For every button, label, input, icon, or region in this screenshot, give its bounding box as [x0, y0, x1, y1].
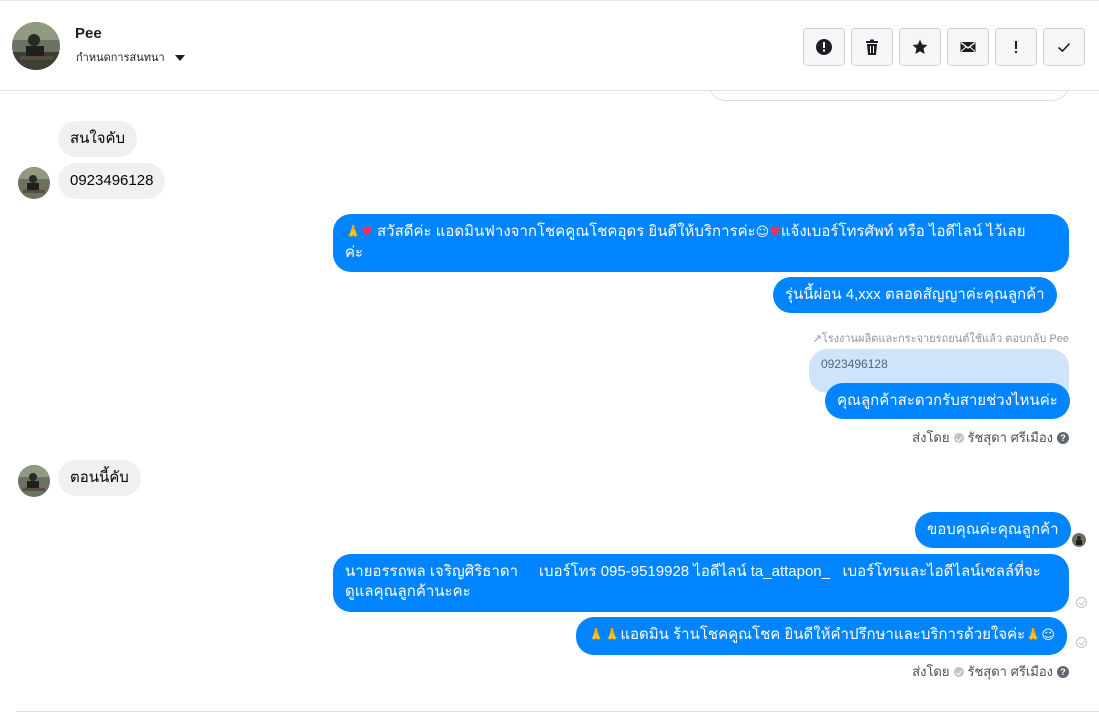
envelope-icon	[960, 41, 976, 52]
pray-hands-icon: 🙏	[1025, 628, 1042, 643]
smiling-face-icon: ☺	[755, 225, 770, 240]
sent-by-info: ส่งโดย รัชสุดา ศรีเมือง ?	[912, 427, 1069, 448]
reply-note: ↗โรงงานผลิตและกระจายรถยนต์ใช้แล้ว ตอบกลั…	[813, 329, 1069, 347]
outgoing-message[interactable]: รุ่นนี้ผ่อน 4,xxx ตลอดสัญญาค่ะคุณลูกค้า	[773, 277, 1057, 313]
check-icon	[1057, 42, 1071, 53]
outgoing-message[interactable]: ขอบคุณค่ะคุณลูกค้า	[915, 512, 1071, 548]
star-icon	[912, 39, 928, 54]
message-line: ค่ะ	[345, 244, 364, 261]
outgoing-message[interactable]: คุณลูกค้าสะดวกรับสายช่วงไหนค่ะ	[825, 383, 1070, 419]
mark-unread-button[interactable]	[947, 28, 989, 66]
sender-avatar[interactable]	[18, 465, 50, 497]
pray-hands-icon: 🙏	[588, 628, 605, 643]
incoming-message[interactable]: ตอนนี้คับ	[58, 460, 141, 496]
mark-done-button[interactable]	[1043, 28, 1085, 66]
reply-note-text: โรงงานผลิตและกระจายรถยนต์ใช้แล้ว ตอบกลับ…	[821, 333, 1069, 345]
message-text: แจ้งเบอร์โทรศัพท์ หรือ ไอดีไลน์ ไว้เลย	[780, 223, 1026, 240]
message-text: แอดมิน ร้านโชคคูณโชค ยินดีให้คำปรึกษาและ…	[620, 626, 1026, 643]
outgoing-message[interactable]: นายอรรถพล เจริญศิริธาดา เบอร์โทร 095-951…	[333, 554, 1069, 612]
sent-by-name[interactable]: รัชสุดา ศรีเมือง	[968, 427, 1054, 448]
message-text: สวัสดีค่ะ แอดมินฟางจากโชคคูณโชคอุดร ยินด…	[377, 223, 756, 240]
exclamation-icon	[1015, 41, 1017, 53]
reply-arrow-icon: ↗	[812, 333, 822, 345]
incoming-message[interactable]: สนใจคับ	[58, 121, 138, 157]
message-line: ดูแลคุณลูกค้านะคะ	[345, 583, 471, 600]
sent-by-label: ส่งโดย	[912, 430, 950, 445]
conversation-settings-dropdown[interactable]: กำหนดการสนทนา	[76, 48, 185, 66]
pray-hands-icon: 🙏	[604, 628, 621, 643]
contact-name[interactable]: Pee	[75, 25, 102, 42]
heart-icon: ♥	[769, 225, 781, 240]
previous-message-bubble	[708, 91, 1070, 101]
alert-circle-icon	[816, 39, 832, 55]
message-line: 🙏♥ สวัสดีค่ะ แอดมินฟางจากโชคคูณโชคอุดร ย…	[345, 222, 1057, 243]
message-thread: สนใจคับ 0923496128 🙏♥ สวัสดีค่ะ แอดมินฟา…	[0, 91, 1099, 714]
heart-icon: ♥	[361, 225, 373, 240]
message-line: นายอรรถพล เจริญศิริธาดา เบอร์โทร 095-951…	[345, 563, 1041, 580]
help-icon[interactable]: ?	[1057, 431, 1069, 444]
pray-hands-icon: 🙏	[345, 225, 362, 240]
delete-button[interactable]	[851, 28, 893, 66]
delivered-check-icon	[1076, 597, 1087, 608]
verified-icon	[953, 432, 964, 443]
mark-spam-button[interactable]	[803, 28, 845, 66]
smiling-face-icon: ☺	[1041, 628, 1055, 643]
sent-by-info: ส่งโดย รัชสุดา ศรีเมือง ?	[912, 661, 1069, 682]
sender-avatar[interactable]	[18, 167, 50, 199]
help-icon[interactable]: ?	[1057, 665, 1069, 678]
seen-avatar	[1072, 533, 1086, 547]
header-actions	[803, 28, 1085, 66]
sent-by-label: ส่งโดย	[912, 664, 950, 679]
delivered-check-icon	[1076, 637, 1087, 648]
verified-icon	[953, 666, 964, 677]
composer-divider	[16, 711, 1099, 712]
sent-by-name[interactable]: รัชสุดา ศรีเมือง	[968, 661, 1054, 682]
outgoing-message[interactable]: 🙏♥ สวัสดีค่ะ แอดมินฟางจากโชคคูณโชคอุดร ย…	[333, 214, 1069, 272]
star-button[interactable]	[899, 28, 941, 66]
contact-avatar[interactable]	[12, 22, 60, 70]
follow-up-button[interactable]	[995, 28, 1037, 66]
conversation-settings-label: กำหนดการสนทนา	[76, 52, 165, 64]
trash-icon	[866, 39, 878, 55]
caret-down-icon	[174, 54, 185, 61]
incoming-message[interactable]: 0923496128	[58, 163, 166, 199]
outgoing-message[interactable]: 🙏🙏แอดมิน ร้านโชคคูณโชค ยินดีให้คำปรึกษาแ…	[576, 617, 1067, 655]
conversation-header: Pee กำหนดการสนทนา	[0, 0, 1099, 91]
